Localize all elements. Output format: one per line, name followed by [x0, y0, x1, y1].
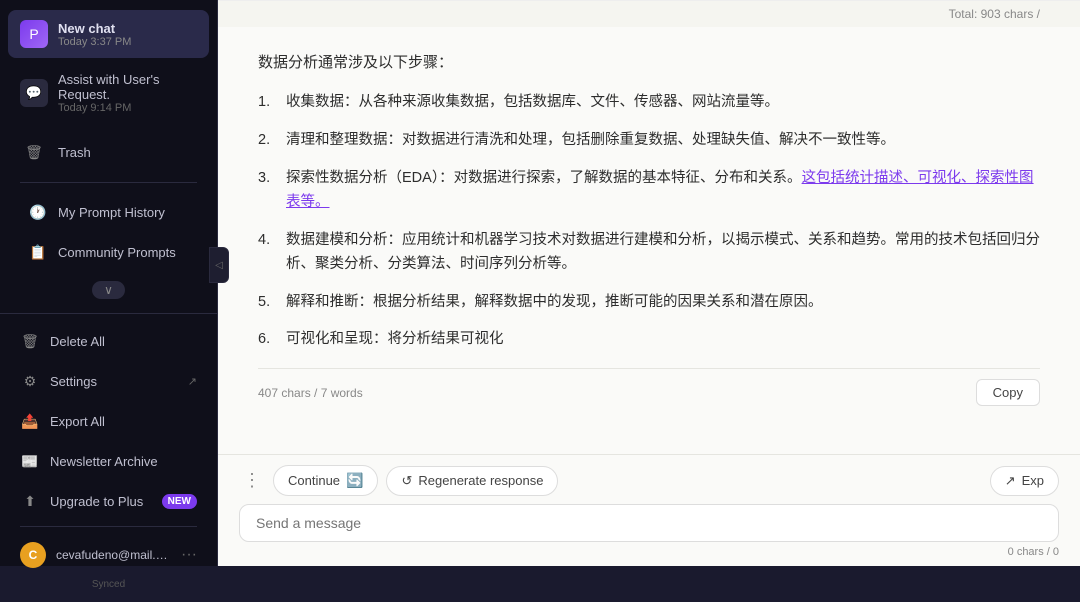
- new-badge: NEW: [162, 494, 197, 509]
- sidebar: P New chat Today 3:37 PM 💬 Assist with U…: [0, 0, 218, 566]
- trash-item[interactable]: 🗑 Trash: [8, 128, 209, 176]
- new-chat-item[interactable]: P New chat Today 3:37 PM: [8, 10, 209, 58]
- upgrade-to-plus-item[interactable]: ⬆ Upgrade to Plus NEW: [8, 482, 209, 520]
- list-number: 5.: [258, 291, 278, 315]
- list-text: 清理和整理数据：对数据进行清洗和处理，包括删除重复数据、处理缺失值、解决不一致性…: [286, 129, 1040, 153]
- continue-label: Continue: [288, 473, 340, 488]
- input-row: [239, 504, 1059, 542]
- synced-label: Synced: [8, 577, 209, 594]
- sidebar-collapse-btn[interactable]: ◁: [209, 247, 229, 283]
- numbered-list: 1. 收集数据：从各种来源收集数据，包括数据库、文件、传感器、网站流量等。 2.…: [258, 91, 1040, 352]
- message-meta: 407 chars / 7 words Copy: [258, 368, 1040, 406]
- message-input[interactable]: [256, 515, 1042, 531]
- char-count: 407 chars / 7 words: [258, 386, 363, 400]
- list-item: 2. 清理和整理数据：对数据进行清洗和处理，包括删除重复数据、处理缺失值、解决不…: [258, 129, 1040, 153]
- chat-bubble-icon: 💬: [20, 79, 48, 107]
- chat-area: 数据分析通常涉及以下步骤： 1. 收集数据：从各种来源收集数据，包括数据库、文件…: [218, 27, 1080, 454]
- main-content: Total: 903 chars / 数据分析通常涉及以下步骤： 1. 收集数据…: [218, 0, 1080, 566]
- export-all-label: Export All: [50, 414, 197, 429]
- export-button[interactable]: ↗ Exp: [990, 466, 1059, 496]
- my-prompt-history-label: My Prompt History: [58, 205, 165, 220]
- list-text: 收集数据：从各种来源收集数据，包括数据库、文件、传感器、网站流量等。: [286, 91, 1040, 115]
- user-more-icon[interactable]: ···: [181, 546, 197, 564]
- newsletter-label: Newsletter Archive: [50, 454, 197, 469]
- message-intro: 数据分析通常涉及以下步骤：: [258, 51, 1040, 75]
- newsletter-icon: 📰: [20, 451, 40, 471]
- list-item: 6. 可视化和呈现：将分析结果可视化: [258, 328, 1040, 352]
- assist-title: Assist with User's Request.: [58, 72, 197, 102]
- list-text: 数据建模和分析：应用统计和机器学习技术对数据进行建模和分析，以揭示模式、关系和趋…: [286, 229, 1040, 277]
- assist-text: Assist with User's Request. Today 9:14 P…: [58, 72, 197, 114]
- upgrade-icon: ⬆: [20, 491, 40, 511]
- settings-icon: ⚙: [20, 371, 40, 391]
- sidebar-section-prompts: 🕐 My Prompt History 📋 Community Prompts: [8, 189, 209, 277]
- user-email: cevafudeno@mail.com: [56, 548, 171, 562]
- copy-button[interactable]: Copy: [976, 379, 1040, 406]
- assist-time: Today 9:14 PM: [58, 102, 197, 114]
- new-chat-text: New chat Today 3:37 PM: [58, 21, 197, 48]
- new-chat-icon: P: [20, 20, 48, 48]
- list-number: 4.: [258, 229, 278, 277]
- prompt-history-icon: 🕐: [28, 202, 48, 222]
- community-prompts-label: Community Prompts: [58, 245, 176, 260]
- list-text: 可视化和呈现：将分析结果可视化: [286, 328, 1040, 352]
- trash-label: Trash: [58, 145, 91, 160]
- sidebar-divider: [20, 182, 197, 183]
- continue-button[interactable]: Continue 🔄: [273, 465, 378, 496]
- export-all-item[interactable]: 📤 Export All: [8, 402, 209, 440]
- user-divider: [20, 526, 197, 527]
- settings-label: Settings: [50, 374, 174, 389]
- action-row: ⋮ Continue 🔄 ↺ Regenerate response ↗ Exp: [239, 465, 1059, 496]
- cursor-indicator: ↗: [188, 375, 197, 388]
- assist-chat-item[interactable]: 💬 Assist with User's Request. Today 9:14…: [8, 62, 209, 124]
- new-chat-time: Today 3:37 PM: [58, 36, 197, 48]
- delete-all-icon: 🗑: [20, 331, 40, 351]
- highlight-text: 这包括统计描述、可视化、探索性图表等。: [286, 170, 1034, 210]
- delete-all-item[interactable]: 🗑 Delete All: [8, 322, 209, 360]
- regen-icon: ↺: [401, 473, 412, 489]
- trash-icon: 🗑: [20, 138, 48, 166]
- expand-collapse-btn[interactable]: ∨: [8, 277, 209, 303]
- list-text: 探索性数据分析（EDA）：对数据进行探索，了解数据的基本特征、分布和关系。这包括…: [286, 167, 1040, 215]
- message-content: 数据分析通常涉及以下步骤： 1. 收集数据：从各种来源收集数据，包括数据库、文件…: [258, 51, 1040, 406]
- settings-item[interactable]: ⚙ Settings ↗: [8, 362, 209, 400]
- bottom-bar: ⋮ Continue 🔄 ↺ Regenerate response ↗ Exp…: [218, 454, 1080, 566]
- sidebar-bottom: 🗑 Delete All ⚙ Settings ↗ 📤 Export All 📰…: [0, 313, 217, 602]
- list-item: 4. 数据建模和分析：应用统计和机器学习技术对数据进行建模和分析，以揭示模式、关…: [258, 229, 1040, 277]
- continue-icon: 🔄: [346, 472, 363, 489]
- newsletter-archive-item[interactable]: 📰 Newsletter Archive: [8, 442, 209, 480]
- list-text: 解释和推断：根据分析结果，解释数据中的发现，推断可能的因果关系和潜在原因。: [286, 291, 1040, 315]
- action-dot-icon[interactable]: ⋮: [239, 466, 265, 495]
- export-arrow-icon: ↗: [1005, 473, 1016, 489]
- list-number: 1.: [258, 91, 278, 115]
- list-item: 5. 解释和推断：根据分析结果，解释数据中的发现，推断可能的因果关系和潜在原因。: [258, 291, 1040, 315]
- sidebar-top: P New chat Today 3:37 PM 💬 Assist with U…: [0, 0, 217, 313]
- chevron-icon: ∨: [92, 281, 125, 299]
- list-number: 3.: [258, 167, 278, 215]
- new-chat-title: New chat: [58, 21, 197, 36]
- regenerate-button[interactable]: ↺ Regenerate response: [386, 466, 558, 496]
- export-all-icon: 📤: [20, 411, 40, 431]
- char-info: 0 chars / 0: [239, 546, 1059, 558]
- upgrade-label: Upgrade to Plus: [50, 494, 152, 509]
- user-row[interactable]: C cevafudeno@mail.com ···: [8, 533, 209, 577]
- list-number: 2.: [258, 129, 278, 153]
- list-item: 3. 探索性数据分析（EDA）：对数据进行探索，了解数据的基本特征、分布和关系。…: [258, 167, 1040, 215]
- community-icon: 📋: [28, 242, 48, 262]
- list-item: 1. 收集数据：从各种来源收集数据，包括数据库、文件、传感器、网站流量等。: [258, 91, 1040, 115]
- community-prompts-item[interactable]: 📋 Community Prompts: [16, 233, 201, 271]
- total-count: Total: 903 chars /: [218, 0, 1080, 27]
- user-avatar: C: [20, 542, 46, 568]
- export-label: Exp: [1022, 473, 1044, 488]
- my-prompt-history-item[interactable]: 🕐 My Prompt History: [16, 193, 201, 231]
- regen-label: Regenerate response: [418, 473, 543, 488]
- delete-all-label: Delete All: [50, 334, 197, 349]
- list-number: 6.: [258, 328, 278, 352]
